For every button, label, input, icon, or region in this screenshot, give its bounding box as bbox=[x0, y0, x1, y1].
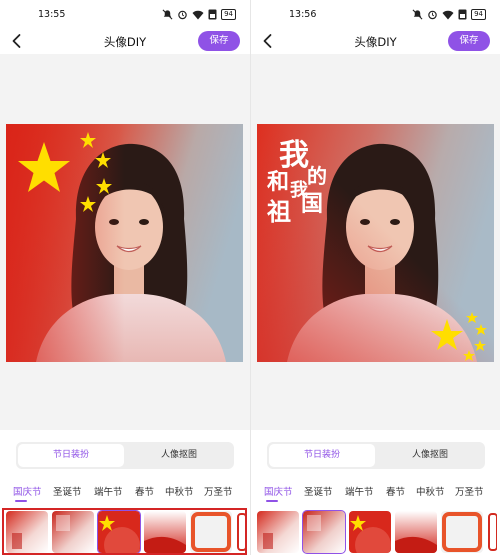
frame-thumb[interactable] bbox=[6, 511, 48, 553]
mute-icon bbox=[162, 9, 173, 20]
holiday-tabs: 国庆节 圣诞节 端午节 春节 中秋节 万圣节 bbox=[10, 484, 250, 502]
status-bar: 13:56 94 bbox=[251, 0, 500, 30]
edit-canvas bbox=[0, 54, 250, 430]
tab-spring-festival[interactable]: 春节 bbox=[135, 484, 154, 498]
frame-thumb[interactable] bbox=[349, 511, 391, 553]
tab-dragon-boat[interactable]: 端午节 bbox=[345, 484, 374, 498]
tab-spring-festival[interactable]: 春节 bbox=[386, 484, 405, 498]
avatar-preview[interactable]: 我 和 我 的 祖 国 bbox=[257, 124, 494, 362]
calligraphy-char: 祖 bbox=[267, 197, 291, 226]
bottom-panel: 节日装扮 人像抠图 国庆节 圣诞节 端午节 春节 中秋节 万圣节 bbox=[251, 430, 500, 555]
alarm-icon bbox=[428, 10, 437, 20]
status-time: 13:56 bbox=[289, 9, 317, 20]
frame-thumbnail-strip bbox=[0, 508, 250, 555]
sim-icon bbox=[208, 9, 217, 20]
wifi-icon bbox=[442, 10, 454, 19]
mode-segment: 节日装扮 人像抠图 bbox=[16, 442, 234, 469]
screen-before: 13:55 94 头像DIY 保存 节日装扮 人像抠图 国庆节 圣诞节 端午节 … bbox=[0, 0, 250, 555]
frame-thumb[interactable] bbox=[441, 511, 483, 553]
status-time: 13:55 bbox=[38, 9, 66, 20]
frame-thumb[interactable] bbox=[257, 511, 299, 553]
tab-mid-autumn[interactable]: 中秋节 bbox=[416, 484, 445, 498]
frame-thumb[interactable] bbox=[190, 511, 232, 553]
battery-icon: 94 bbox=[221, 9, 236, 20]
edit-canvas: 我 和 我 的 祖 国 bbox=[251, 54, 500, 430]
mode-segment: 节日装扮 人像抠图 bbox=[267, 442, 485, 469]
wifi-icon bbox=[192, 10, 204, 19]
active-tab-indicator bbox=[266, 500, 278, 502]
frame-thumb[interactable] bbox=[236, 511, 246, 553]
frame-thumb[interactable] bbox=[52, 511, 94, 553]
screen-after: 13:56 94 头像DIY 保存 我 和 我 的 祖 国 节日装扮 人像抠图 … bbox=[250, 0, 500, 555]
segment-holiday-dress[interactable]: 节日装扮 bbox=[269, 444, 375, 467]
calligraphy-char: 的 bbox=[307, 164, 327, 188]
save-button[interactable]: 保存 bbox=[448, 31, 490, 51]
frame-thumb-selected[interactable] bbox=[302, 510, 346, 554]
alarm-icon bbox=[178, 10, 187, 20]
nav-bar: 头像DIY 保存 bbox=[0, 30, 250, 54]
save-button[interactable]: 保存 bbox=[198, 31, 240, 51]
status-bar: 13:55 94 bbox=[0, 0, 250, 30]
tab-halloween[interactable]: 万圣节 bbox=[204, 484, 233, 498]
mute-icon bbox=[412, 9, 423, 20]
battery-icon: 94 bbox=[471, 9, 486, 20]
segment-holiday-dress[interactable]: 节日装扮 bbox=[18, 444, 124, 467]
tab-christmas[interactable]: 圣诞节 bbox=[304, 484, 333, 498]
sim-icon bbox=[458, 9, 467, 20]
bottom-panel: 节日装扮 人像抠图 国庆节 圣诞节 端午节 春节 中秋节 万圣节 bbox=[0, 430, 250, 555]
calligraphy-char: 国 bbox=[301, 191, 324, 217]
tab-dragon-boat[interactable]: 端午节 bbox=[94, 484, 123, 498]
segment-portrait-cutout[interactable]: 人像抠图 bbox=[377, 444, 483, 467]
tab-national-day[interactable]: 国庆节 bbox=[13, 484, 42, 498]
frame-thumb[interactable] bbox=[487, 511, 497, 553]
frame-thumb[interactable] bbox=[395, 511, 437, 553]
tab-halloween[interactable]: 万圣节 bbox=[455, 484, 484, 498]
tab-national-day[interactable]: 国庆节 bbox=[264, 484, 293, 498]
tab-mid-autumn[interactable]: 中秋节 bbox=[165, 484, 194, 498]
segment-portrait-cutout[interactable]: 人像抠图 bbox=[126, 444, 232, 467]
tab-christmas[interactable]: 圣诞节 bbox=[53, 484, 82, 498]
frame-thumbnail-strip bbox=[251, 508, 500, 555]
frame-thumb[interactable] bbox=[144, 511, 186, 553]
avatar-preview[interactable] bbox=[6, 124, 243, 362]
holiday-tabs: 国庆节 圣诞节 端午节 春节 中秋节 万圣节 bbox=[261, 484, 500, 502]
active-tab-indicator bbox=[15, 500, 27, 502]
frame-thumb-selected[interactable] bbox=[97, 510, 141, 554]
nav-bar: 头像DIY 保存 bbox=[251, 30, 500, 54]
